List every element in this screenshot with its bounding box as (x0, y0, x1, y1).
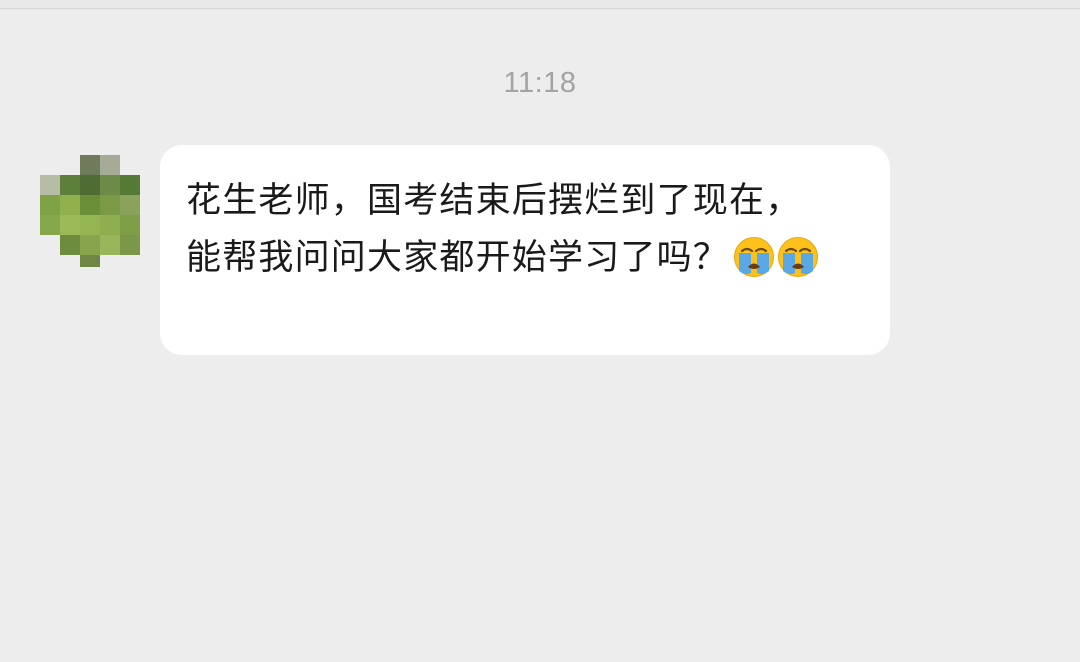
loudly-crying-face-icon (778, 237, 819, 277)
message-text: 花生老师，国考结束后摆烂到了现在，能帮我问问大家都开始学习了吗？ (186, 173, 836, 287)
message-timestamp: 11:18 (503, 67, 577, 99)
message-bubble[interactable]: 花生老师，国考结束后摆烂到了现在，能帮我问问大家都开始学习了吗？ (160, 145, 890, 355)
loudly-crying-face-icon (734, 237, 775, 277)
contact-avatar[interactable] (40, 147, 140, 267)
message-text-content: 花生老师，国考结束后摆烂到了现在，能帮我问问大家都开始学习了吗？ (186, 181, 802, 278)
chat-window: 11:18 花生老师，国考结束后摆烂到了现在，能帮我问问大家都开始学习了吗？ (0, 8, 1080, 662)
